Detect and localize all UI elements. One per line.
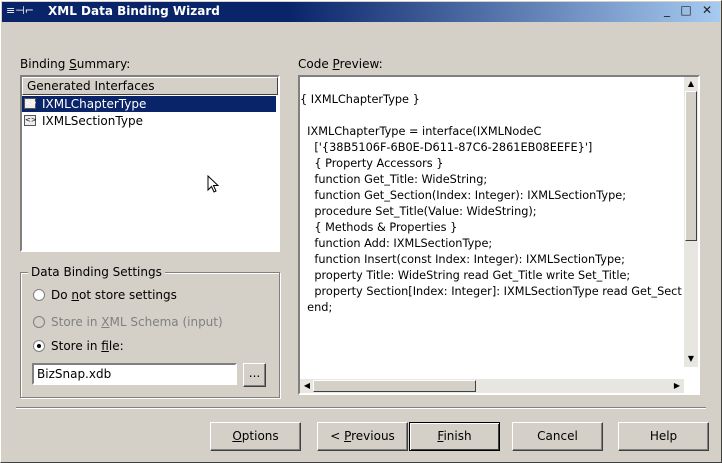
code-line: { Property Accessors }: [300, 157, 444, 170]
finish-button[interactable]: Finish: [409, 422, 500, 451]
code-preview-label: Code Preview:: [298, 57, 383, 71]
scroll-down-icon[interactable]: ▼: [685, 353, 697, 365]
binding-summary-label: Binding Summary:: [20, 57, 131, 71]
generated-interfaces-header[interactable]: Generated Interfaces: [22, 77, 278, 95]
code-line: procedure Set_Title(Value: WideString);: [300, 205, 537, 218]
window-title: XML Data Binding Wizard: [48, 4, 220, 18]
options-button[interactable]: Options: [210, 422, 301, 451]
code-line: ['{38B5106F-6B0E-D611-87C6-2861EB08EEFE}…: [300, 141, 593, 154]
mouse-cursor-icon: [207, 175, 220, 193]
browse-button[interactable]: ...: [243, 363, 266, 387]
code-line: end;: [300, 301, 333, 314]
help-button[interactable]: Help: [618, 422, 709, 451]
radio-store-in-file[interactable]: [33, 340, 45, 352]
data-binding-settings-title: Data Binding Settings: [28, 265, 165, 279]
horizontal-scroll-thumb[interactable]: [313, 380, 476, 392]
previous-button[interactable]: < Previous: [317, 422, 408, 451]
cancel-button[interactable]: Cancel: [512, 422, 603, 451]
list-item-ixmlchaptertype[interactable]: <> IXMLChapterType: [22, 96, 276, 112]
scroll-left-icon[interactable]: ◀: [301, 380, 313, 392]
radio-store-in-schema[interactable]: [33, 316, 45, 328]
code-line: { IXMLChapterType }: [300, 93, 420, 106]
code-line: function Add: IXMLSectionType;: [300, 237, 493, 250]
file-name-input[interactable]: [32, 363, 237, 385]
maximize-button[interactable]: □: [679, 3, 693, 17]
store-in-file-label[interactable]: Store in file:: [51, 339, 124, 353]
scroll-up-icon[interactable]: ▲: [685, 78, 697, 90]
title-bar[interactable]: ≡⊣⌐ XML Data Binding Wizard: [2, 2, 720, 22]
code-line: property Title: WideString read Get_Titl…: [300, 269, 631, 282]
scroll-right-icon[interactable]: ▶: [671, 380, 683, 392]
separator: [16, 407, 706, 409]
interface-icon: <>: [24, 98, 37, 109]
code-preview-pane[interactable]: [298, 75, 700, 395]
store-in-schema-label[interactable]: Store in XML Schema (input): [51, 315, 223, 329]
code-line: { Methods & Properties }: [300, 221, 458, 234]
vertical-scroll-thumb[interactable]: [685, 91, 697, 241]
interface-icon: <>: [24, 115, 37, 126]
do-not-store-label[interactable]: Do not store settings: [51, 288, 177, 302]
code-line: function Get_Section(Index: Integer): IX…: [300, 189, 627, 202]
radio-do-not-store[interactable]: [33, 289, 45, 301]
list-item-ixmlsectiontype[interactable]: <> IXMLSectionType: [22, 113, 276, 129]
code-line: function Insert(const Index: Integer): I…: [300, 253, 625, 266]
code-line: function Get_Title: WideString;: [300, 173, 488, 186]
code-line: IXMLChapterType = interface(IXMLNodeC: [300, 125, 542, 138]
minimize-button[interactable]: _: [660, 3, 674, 17]
close-button[interactable]: ✕: [700, 3, 714, 17]
code-line: property Section[Index: Integer]: IXMLSe…: [300, 285, 682, 298]
window-menu-icon[interactable]: ≡⊣⌐: [6, 4, 34, 17]
